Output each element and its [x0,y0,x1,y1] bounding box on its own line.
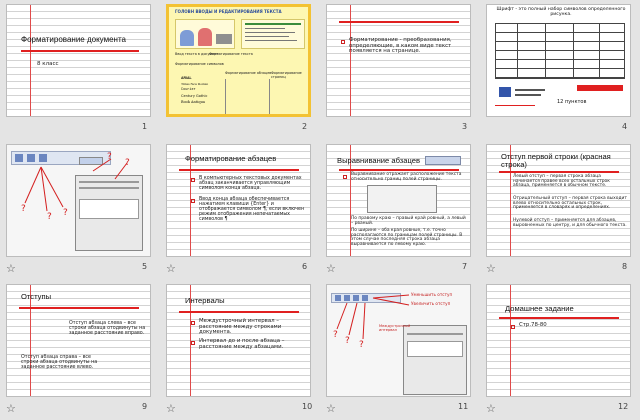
slide-thumbnail-7[interactable]: Выравнивание абзацев Выравнивание отража… [320,140,480,280]
slide-text: В компьютерных текстовых документах абза… [199,176,302,192]
slide-thumbnail-1[interactable]: Форматирование документа 8 класс 1 [0,0,160,140]
slide-thumbnail-10[interactable]: Интервалы Междустрочный интервал – расст… [160,280,320,420]
slide-text: Выравнивание отражает расположение текст… [351,172,462,182]
slide-number: 4 [622,122,628,131]
slide-thumbnail-2[interactable]: ГОЛОВН ВВОДЫ И РЕДАКТИРОВАНИЯ ТЕКСТА Вво… [160,0,320,140]
slide-number: 6 [302,262,308,271]
svg-text:?: ? [47,212,52,222]
figure-image [175,19,235,49]
slide-title: ГОЛОВН ВВОДЫ И РЕДАКТИРОВАНИЯ ТЕКСТА [175,9,282,14]
slide-text: Ввод конца абзаца обеспечивается нажатие… [199,197,305,223]
slide-thumbnail-8[interactable]: Отступ первой строки (красная строка) Ле… [480,140,640,280]
slide-thumbnail-4[interactable]: Шрифт - это полный набор символов опреде… [480,0,640,140]
slide-thumbnail-5[interactable]: ??? ?? ☆ 5 [0,140,160,280]
font-sample: Century Gothic [181,94,208,98]
star-icon: ☆ [326,262,336,275]
slide-text: Междустрочный интервал – расстояние межд… [199,318,282,336]
arrows-annotation: ??? [333,294,410,350]
slide-number: 9 [142,402,148,411]
slide-number: 7 [462,262,468,271]
text-panel [241,19,305,49]
section-label: Форматирование текста [209,52,253,56]
slide-text: Стр.78-80 [519,322,547,328]
slide-text: Форматирование - преобразования, определ… [349,37,452,55]
slide-thumbnail-9[interactable]: Отступы Отступ абзаца слева – все строки… [0,280,160,420]
svg-text:?: ? [333,330,338,340]
slide-text: Интервал до и после абзаца – расстояние … [199,338,285,350]
svg-text:?: ? [63,208,68,218]
slide-text: Отступ абзаца слева – все строки абзаца … [69,321,146,337]
slide-thumbnail-12[interactable]: Домашнее задание Стр.78-80 ☆ 12 [480,280,640,420]
slide-number: 1 [142,122,148,131]
section-label: Форматирование абзацев [225,71,272,75]
svg-text:?: ? [107,152,112,162]
slide-number: 3 [462,122,468,131]
slide-text: Отступ абзаца справа – все строки абзаца… [21,355,98,371]
slide-number: 5 [142,262,148,271]
slide-number: 11 [458,402,469,411]
font-sample: Times New Roman [181,82,209,86]
slide-number: 12 [618,402,629,411]
slide-thumbnail-6[interactable]: Форматирование абзацев В компьютерных те… [160,140,320,280]
slide-title: Домашнее задание [505,304,574,313]
slide-text: Левый отступ – первая строка абзаца начи… [513,174,610,189]
svg-text:?: ? [359,340,364,350]
slide-text: Отрицательный отступ – первая строка вых… [513,196,627,211]
slide-number: 8 [622,262,628,271]
slide-title: Шрифт - это полный набор символов опреде… [496,7,626,17]
slide-text: Нулевой отступ – применяется для абзацев… [513,218,627,228]
font-size-note: 12 пунктов [557,99,587,105]
star-icon: ☆ [166,262,176,275]
star-icon: ☆ [6,402,16,415]
slide-text: По ширине – оба края ровные, т.е. точно … [351,228,463,247]
slide-title: Отступы [21,292,52,301]
slide-title: Интервалы [185,296,225,305]
font-sample: Book Antiqua [181,100,205,104]
slide-title: Отступ первой строки (красная строка) [501,152,611,169]
svg-text:?: ? [125,158,130,168]
slide-subtitle: 8 класс [37,61,59,67]
section-label: Форматирование символов [175,62,224,66]
star-icon: ☆ [166,402,176,415]
font-sample: Courier [181,88,196,92]
star-icon: ☆ [326,402,336,415]
slide-thumbnail-11[interactable]: Уменьшить отступ Увеличить отступ Междус… [320,280,480,420]
star-icon: ☆ [6,262,16,275]
star-icon: ☆ [486,262,496,275]
arrows-annotation: ??? ?? [21,152,130,222]
slide-number: 10 [302,402,313,411]
slide-title: Форматирование абзацев [185,154,277,163]
slide-number: 2 [302,122,308,131]
svg-text:?: ? [21,204,26,214]
slide-thumbnail-3[interactable]: Форматирование - преобразования, определ… [320,0,480,140]
font-sample: ARIAL [181,76,192,80]
slide-title: Выравнивание абзацев [337,156,421,165]
slide-title: Форматирование документа [21,35,126,44]
slide-text: По правому краю – правый край ровный, а … [351,216,466,226]
star-icon: ☆ [486,402,496,415]
svg-text:?: ? [345,336,350,346]
